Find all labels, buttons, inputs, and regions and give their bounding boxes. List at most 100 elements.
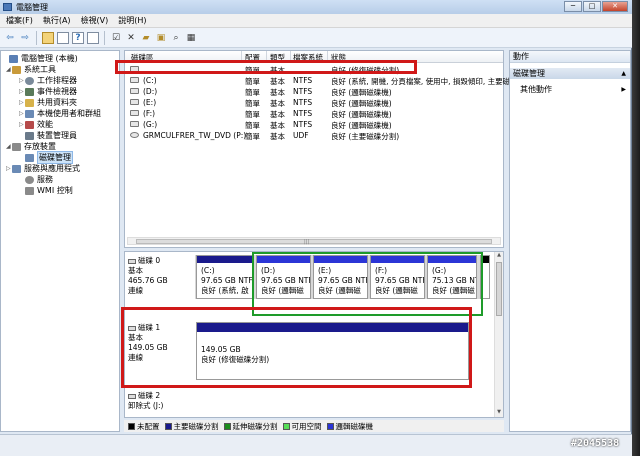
window-title: 電腦管理 <box>16 2 48 12</box>
tree-item-disk-management[interactable]: 磁碟管理 <box>25 151 73 164</box>
checklist-icon[interactable]: ☑ <box>110 32 122 44</box>
title-bar: 電腦管理 ─ □ ✕ <box>0 0 632 14</box>
disk0-partition-c[interactable]: (C:) 97.65 GB NTF 良好 (系統, 啟 <box>196 255 253 299</box>
actions-section-disk-management[interactable]: 磁碟管理 ▲ <box>510 68 630 79</box>
volume-row[interactable]: (D:) 簡單 基本 NTFS 良好 (邏輯磁碟機) <box>125 87 503 97</box>
volume-row[interactable]: (G:) 簡單 基本 NTFS 良好 (邏輯磁碟機) <box>125 120 503 130</box>
tree-item-computer-management[interactable]: 電腦管理 (本機) <box>3 53 78 64</box>
open-icon[interactable]: ▰ <box>140 32 152 44</box>
tree-item-local-users[interactable]: ▷ 本機使用者和群組 <box>19 108 101 119</box>
volume-name: (F:) <box>143 109 156 118</box>
disk1-info[interactable]: 磁碟 1 基本 149.05 GB 連線 <box>128 323 168 363</box>
tree-item-system-tools[interactable]: ◢ 系統工具 <box>6 64 56 75</box>
volume-list: 磁碟區 配置 類型 檔案系統 狀態 簡單 基本 良好 (修復磁碟分割) (C:) 簡單… <box>124 50 510 248</box>
column-header-type[interactable]: 類型 <box>270 52 285 63</box>
column-header-layout[interactable]: 配置 <box>245 52 260 63</box>
grid-view-icon[interactable]: ▦ <box>185 32 197 44</box>
disk-icon <box>128 325 136 331</box>
disk0-name: 磁碟 0 <box>138 256 161 265</box>
horizontal-scrollbar[interactable]: ||| <box>127 237 501 245</box>
show-tree-icon[interactable] <box>57 31 69 44</box>
scrollbar-thumb[interactable] <box>496 262 502 316</box>
actions-header: 動作 <box>510 51 630 63</box>
tree-item-task-scheduler[interactable]: ▷ 工作排程器 <box>19 75 77 86</box>
tree-item-services[interactable]: 服務 <box>25 174 53 185</box>
disk0-partition-f[interactable]: (F:) 97.65 GB NTF 良好 (邏輯磁 <box>370 255 425 299</box>
volume-status: 良好 (邏輯磁碟機) <box>331 121 392 130</box>
tree-item-label: 服務與應用程式 <box>24 164 80 173</box>
menu-file[interactable]: 檔案(F) <box>6 15 33 26</box>
forward-icon[interactable]: ⇨ <box>19 32 31 44</box>
volume-icon <box>130 99 139 105</box>
more-actions-item[interactable]: 其他動作 ▶ <box>510 84 630 95</box>
volume-icon <box>130 66 139 72</box>
up-folder-icon[interactable] <box>42 31 54 44</box>
menu-action[interactable]: 執行(A) <box>43 15 71 26</box>
tree-item-label: 事件檢視器 <box>37 87 77 96</box>
legend-label: 延伸磁碟分割 <box>232 421 278 431</box>
disk1-partition[interactable]: 149.05 GB 良好 (修復磁碟分割) <box>196 322 469 380</box>
partition-size: 149.05 GB <box>201 345 241 354</box>
watermark: #2045538 <box>571 438 620 449</box>
volume-row[interactable]: GRMCULFRER_TW_DVD (P:) 簡單 基本 UDF 良好 (主要磁碟分割) <box>125 131 503 141</box>
delete-icon[interactable]: ✕ <box>125 32 137 44</box>
disk0-partition-g[interactable]: (G:)75.13 GB NTF良好 (邏輯磁 <box>427 255 477 299</box>
menu-view[interactable]: 檢視(V) <box>81 15 109 26</box>
disk0-partition-e[interactable]: (E:) 97.65 GB NTF 良好 (邏輯磁 <box>313 255 368 299</box>
save-icon[interactable]: ▣ <box>155 32 167 44</box>
legend-label: 可用空間 <box>291 421 322 431</box>
maximize-button[interactable]: □ <box>583 1 601 12</box>
legend-item: 可用空間 <box>282 421 322 432</box>
performance-icon <box>25 120 34 129</box>
legend-label: 主要磁碟分割 <box>173 421 219 431</box>
close-button[interactable]: ✕ <box>602 1 628 12</box>
partition-label: (E:) <box>318 266 332 275</box>
volume-type: 基本 <box>270 88 285 97</box>
tree-item-device-manager[interactable]: 裝置管理員 <box>25 130 77 141</box>
scroll-down-icon[interactable]: ▼ <box>495 409 503 417</box>
volume-status: 良好 (邏輯磁碟機) <box>331 88 392 97</box>
search-icon[interactable]: ⌕ <box>170 32 182 44</box>
disk2-info[interactable]: 磁碟 2 卸除式 (J:) <box>128 391 163 411</box>
legend-label: 邏輯磁碟機 <box>335 421 374 431</box>
volume-fs: NTFS <box>293 109 313 118</box>
tree-item-wmi[interactable]: WMI 控制 <box>25 185 73 196</box>
logical-drive-bar <box>371 256 424 263</box>
disk0-partition-d[interactable]: (D:) 97.65 GB NTF 良好 (邏輯磁 <box>256 255 311 299</box>
volume-type: 基本 <box>270 66 285 75</box>
tree-item-event-viewer[interactable]: ▷ 事件檢視器 <box>19 86 77 97</box>
tree-item-shared-folders[interactable]: ▷ 共用資料夾 <box>19 97 77 108</box>
volume-row[interactable]: (C:) 簡單 基本 NTFS 良好 (系統, 開機, 分頁檔案, 使用中, 損毀傾印,… <box>125 76 510 86</box>
vertical-scrollbar[interactable]: ▲ ▼ <box>494 252 503 417</box>
scroll-up-icon[interactable]: ▲ <box>495 252 503 260</box>
toolbar: ⇦ ⇨ ? ☑ ✕ ▰ ▣ ⌕ ▦ <box>0 28 632 48</box>
volume-row[interactable]: (F:) 簡單 基本 NTFS 良好 (邏輯磁碟機) <box>125 109 503 119</box>
properties-icon[interactable] <box>87 31 99 44</box>
column-header-filesystem[interactable]: 檔案系統 <box>293 52 323 63</box>
volume-layout: 簡單 <box>245 121 260 130</box>
legend: 未配置 主要磁碟分割 延伸磁碟分割 可用空間 邏輯磁碟機 <box>124 420 504 432</box>
disk0-unallocated[interactable] <box>480 255 490 299</box>
disk0-info[interactable]: 磁碟 0 基本 465.76 GB 連線 <box>128 256 168 296</box>
caption-buttons: ─ □ ✕ <box>564 1 628 12</box>
menu-help[interactable]: 說明(H) <box>118 15 146 26</box>
scrollbar-thumb[interactable] <box>136 239 492 244</box>
back-icon[interactable]: ⇦ <box>4 32 16 44</box>
help-icon[interactable]: ? <box>72 31 84 44</box>
logical-drive-bar <box>314 256 367 263</box>
volume-name: (E:) <box>143 98 157 107</box>
partition-status: 良好 (邏輯磁 <box>375 286 418 295</box>
submenu-arrow-icon: ▶ <box>621 86 626 93</box>
volume-row[interactable]: (E:) 簡單 基本 NTFS 良好 (邏輯磁碟機) <box>125 98 503 108</box>
column-header-volume[interactable]: 磁碟區 <box>131 52 154 63</box>
toolbar-separator <box>104 30 105 45</box>
disk1-name: 磁碟 1 <box>138 323 161 332</box>
disk1-state: 連線 <box>128 353 143 362</box>
tree-item-performance[interactable]: ▷ 效能 <box>19 119 53 130</box>
volume-row[interactable]: 簡單 基本 良好 (修復磁碟分割) <box>125 65 503 75</box>
column-header-status[interactable]: 狀態 <box>331 52 346 63</box>
tree-item-services-apps[interactable]: ▷ 服務與應用程式 <box>6 163 80 174</box>
volume-name: (D:) <box>143 87 158 96</box>
minimize-button[interactable]: ─ <box>564 1 582 12</box>
actions-pane: 動作 磁碟管理 ▲ 其他動作 ▶ <box>509 50 631 432</box>
